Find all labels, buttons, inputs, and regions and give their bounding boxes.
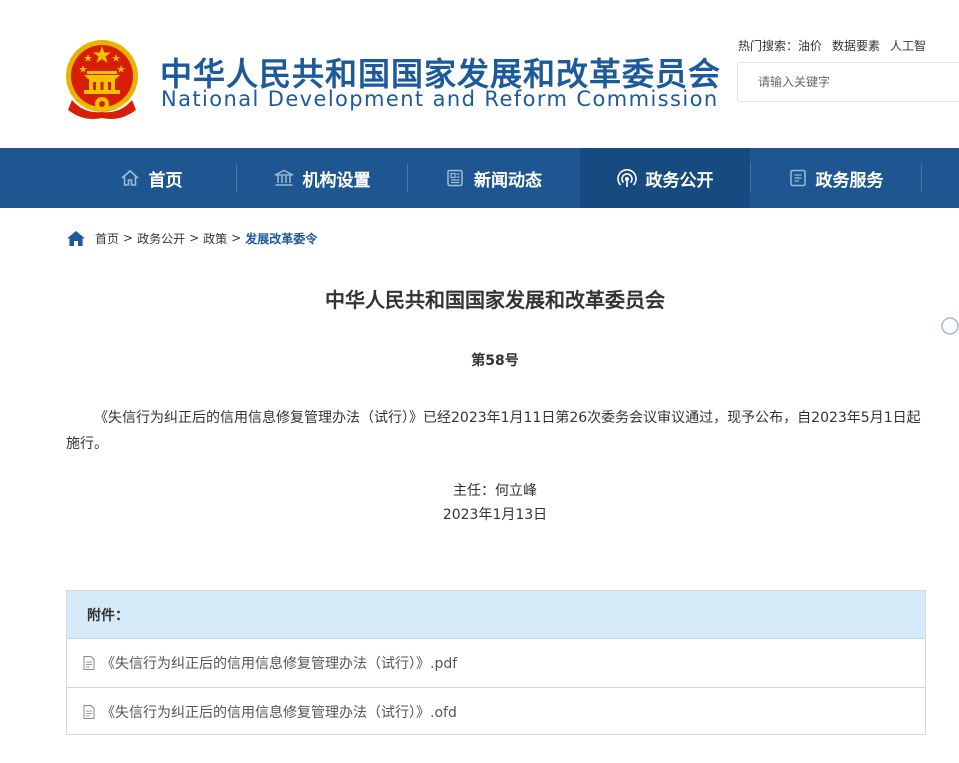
national-emblem-icon bbox=[66, 40, 138, 119]
nav-item-label: 机构设置 bbox=[302, 170, 371, 191]
search-box bbox=[737, 62, 959, 102]
breadcrumb-item[interactable]: 首页 bbox=[95, 230, 119, 247]
nav-item-institution[interactable]: 机构设置 bbox=[237, 148, 407, 208]
nav-item-services[interactable]: 政务服务 bbox=[751, 148, 921, 208]
home-icon bbox=[120, 169, 139, 186]
attachment-filename: 《失信行为纠正后的信用信息修复管理办法（试行）》.pdf bbox=[101, 656, 458, 672]
site-header: 中华人民共和国国家发展和改革委员会 National Development a… bbox=[0, 0, 959, 148]
hot-search-item[interactable]: 油价 bbox=[798, 39, 822, 53]
attachment-link-pdf[interactable]: 《失信行为纠正后的信用信息修复管理办法（试行）》.pdf bbox=[67, 639, 925, 687]
order-number: 第58号 bbox=[471, 353, 519, 369]
issue-date: 2023年1月13日 bbox=[442, 507, 548, 523]
attachment-filename: 《失信行为纠正后的信用信息修复管理办法（试行）》.ofd bbox=[101, 704, 457, 721]
article-title: 中华人民共和国国家发展和改革委员会 bbox=[325, 288, 665, 312]
institution-icon bbox=[274, 169, 293, 186]
nav-item-home[interactable]: 首页 bbox=[66, 148, 236, 208]
nav-item-label: 新闻动态 bbox=[474, 170, 542, 191]
nav-divider bbox=[921, 164, 922, 192]
hot-search-item[interactable]: 人工智 bbox=[890, 39, 926, 53]
search-input[interactable] bbox=[738, 63, 959, 101]
breadcrumb-current[interactable]: 发展改革委令 bbox=[245, 230, 317, 247]
attachments-panel: 附件： 《失信行为纠正后的信用信息修复管理办法（试行）》.pdf 《失信行为纠正… bbox=[66, 590, 926, 735]
nav-item-label: 政务服务 bbox=[815, 170, 884, 191]
document-icon bbox=[789, 169, 806, 187]
nav-item-label: 政务公开 bbox=[645, 170, 714, 191]
broadcast-icon bbox=[616, 169, 637, 187]
newspaper-icon bbox=[447, 169, 463, 187]
home-icon[interactable] bbox=[66, 230, 86, 247]
hot-search-item[interactable]: 数据要素 bbox=[832, 39, 880, 53]
attachment-link-ofd[interactable]: 《失信行为纠正后的信用信息修复管理办法（试行）》.ofd bbox=[67, 687, 925, 735]
partial-nav-icon bbox=[941, 317, 959, 335]
breadcrumb-item[interactable]: 政策 bbox=[203, 230, 227, 247]
hot-search-label: 热门搜索： bbox=[738, 39, 799, 53]
file-icon bbox=[83, 656, 95, 670]
breadcrumb-separator: > bbox=[189, 231, 200, 245]
nav-item-government-affairs[interactable]: 政务公开 bbox=[580, 148, 750, 208]
file-icon bbox=[83, 704, 95, 719]
breadcrumb-separator: > bbox=[231, 231, 242, 245]
signer: 主任：何立峰 bbox=[453, 483, 537, 499]
nav-item-label: 首页 bbox=[148, 170, 183, 191]
main-nav: 首页 机构设置 新闻动态 政务公开 政务服务 bbox=[0, 148, 959, 335]
article-body: 《失信行为纠正后的信用信息修复管理办法（试行）》已经2023年1月11日第26次… bbox=[66, 410, 921, 452]
hot-search: 热门搜索：油价 数据要素 人工智 bbox=[738, 37, 936, 54]
breadcrumb: 首页 > 政务公开 > 政策 > 发展改革委令 bbox=[66, 229, 317, 247]
site-name-en: National Development and Reform Commissi… bbox=[161, 87, 719, 111]
breadcrumb-item[interactable]: 政务公开 bbox=[137, 230, 185, 247]
nav-item-news[interactable]: 新闻动态 bbox=[408, 148, 579, 208]
breadcrumb-separator: > bbox=[123, 231, 134, 245]
attachments-heading: 附件： bbox=[67, 591, 925, 639]
signature-block: 主任：何立峰 2023年1月13日 bbox=[0, 479, 959, 527]
